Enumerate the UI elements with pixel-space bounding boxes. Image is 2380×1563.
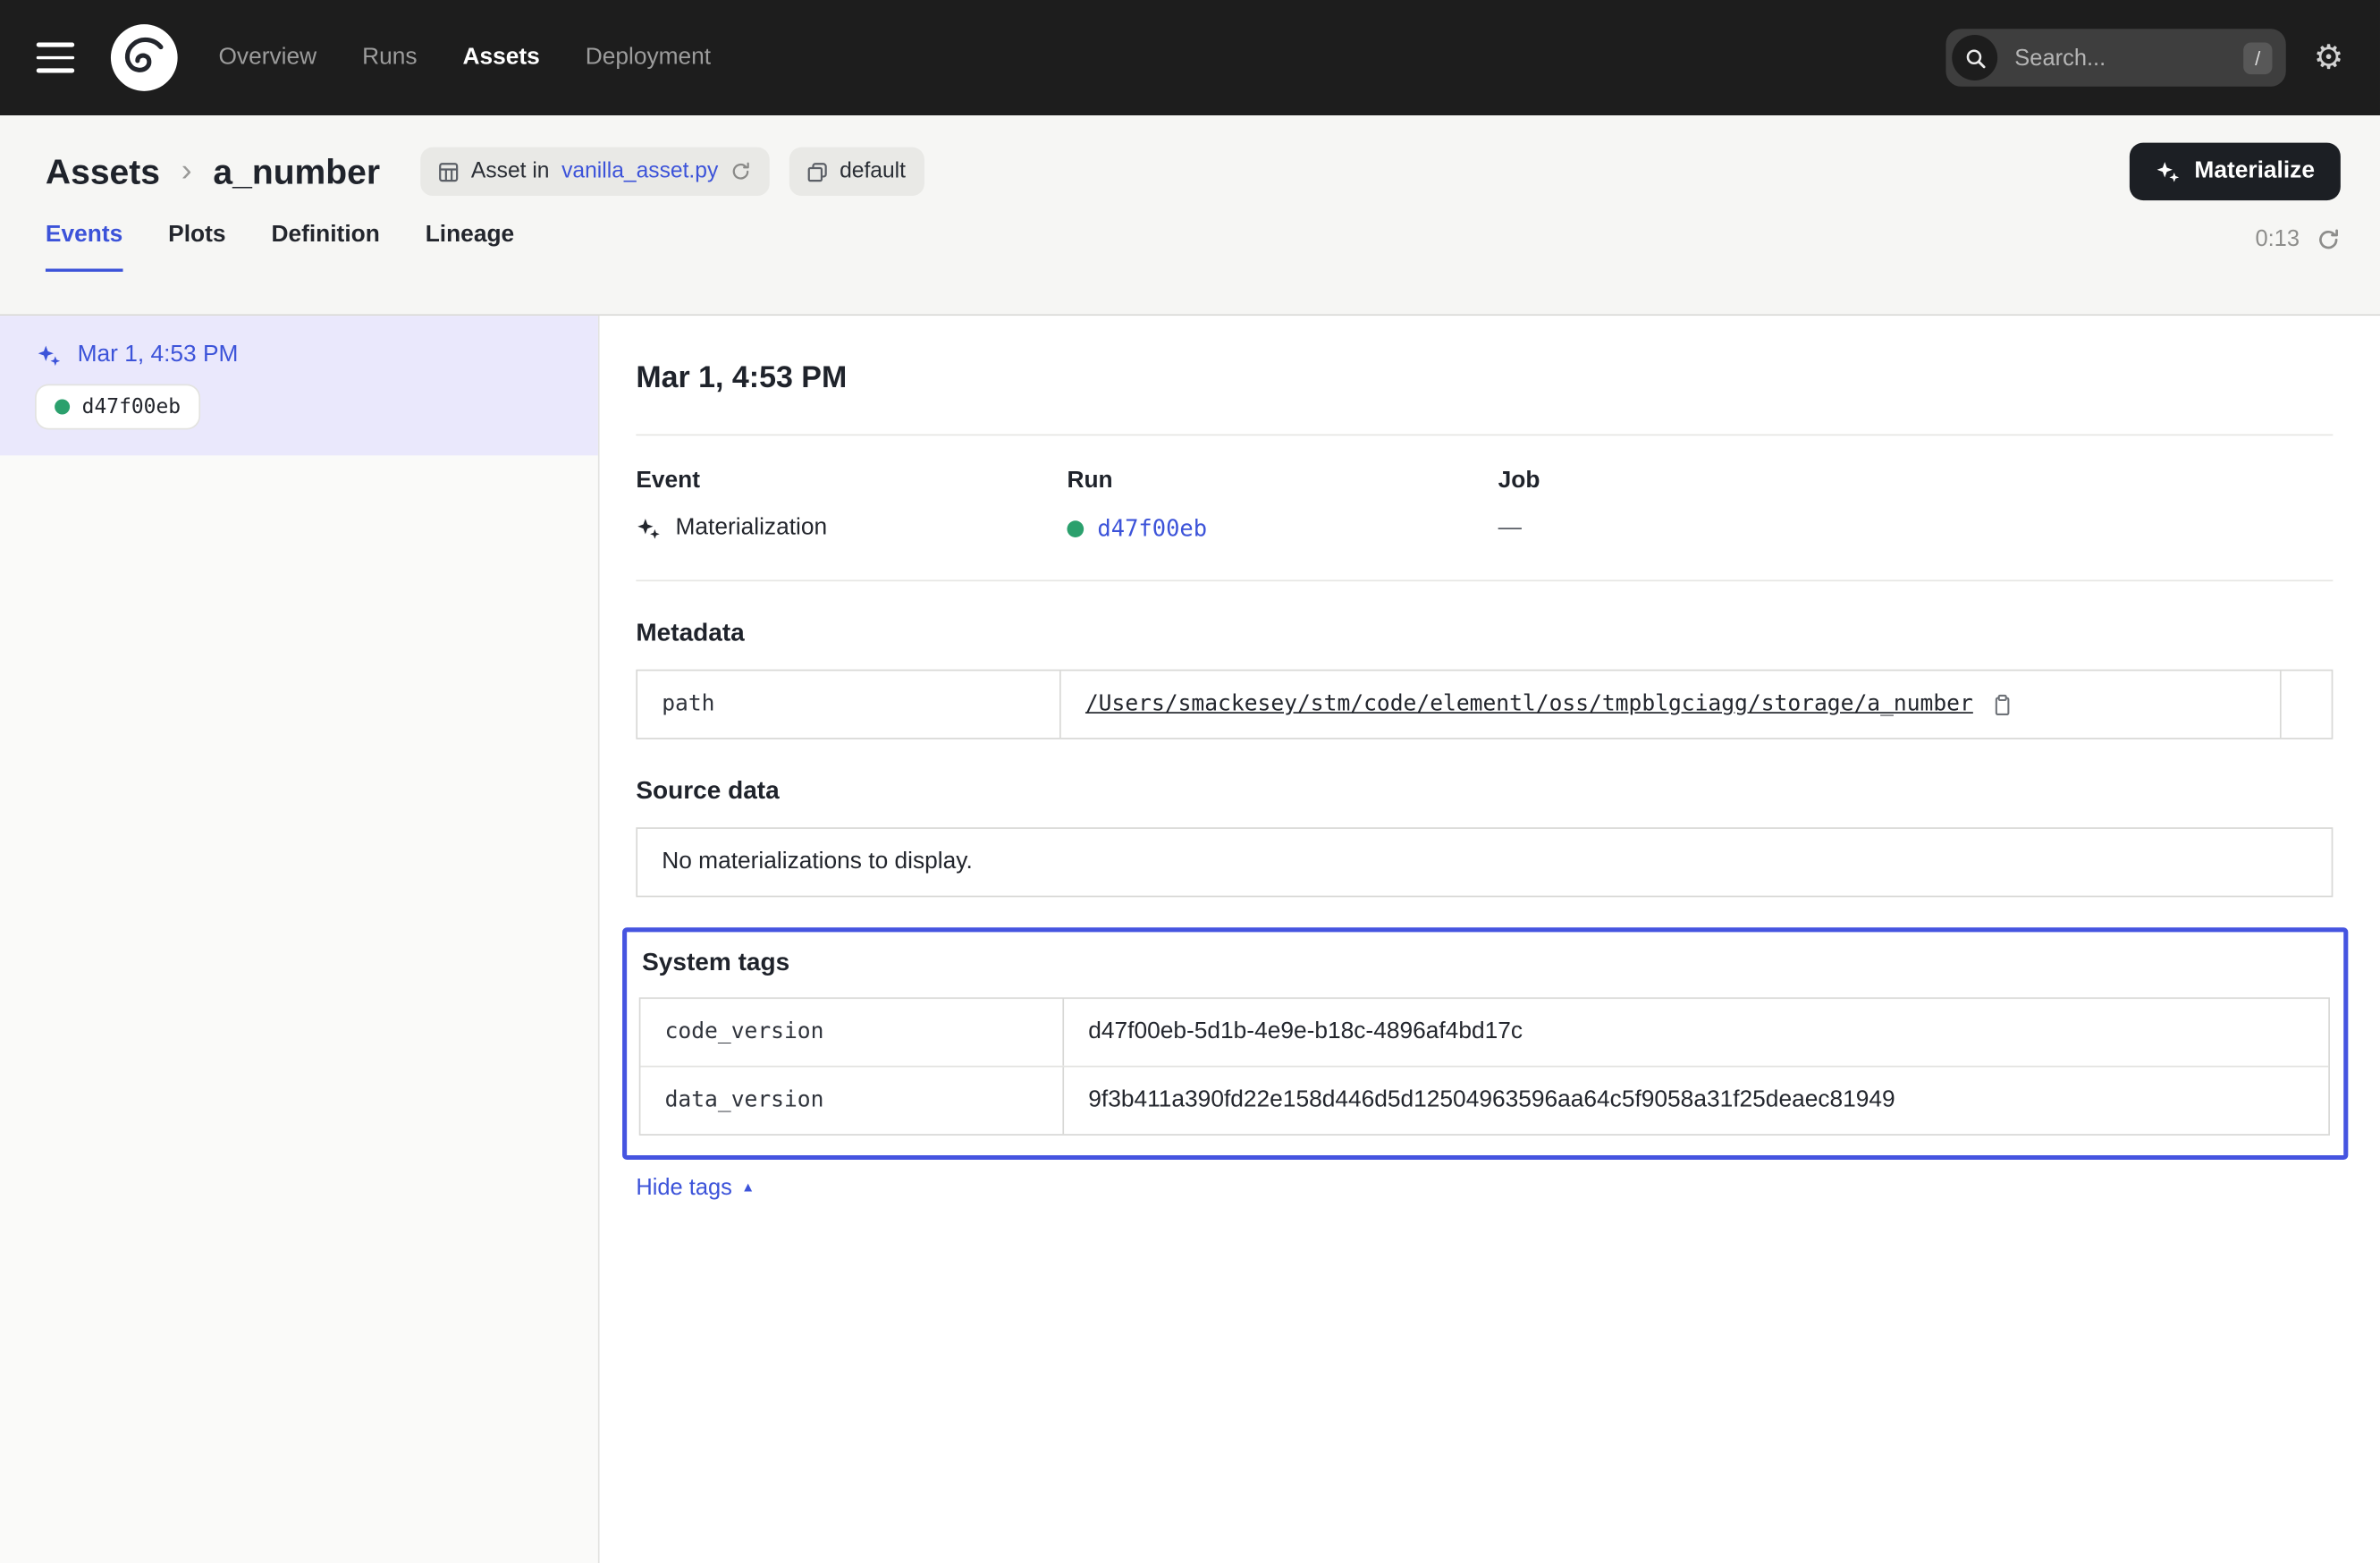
table-row: path /Users/smackesey/stm/code/elementl/… xyxy=(637,671,2332,738)
system-tags-table: code_version d47f00eb-5d1b-4e9e-b18c-489… xyxy=(639,997,2330,1135)
materialize-button-label: Materialize xyxy=(2194,158,2315,186)
divider xyxy=(636,580,2333,582)
content-area: Mar 1, 4:53 PM d47f00eb Mar 1, 4:53 PM E… xyxy=(0,316,2380,1563)
run-id-pill-label: d47f00eb xyxy=(82,394,181,418)
global-search[interactable]: / xyxy=(1946,29,2286,87)
metadata-value-cell: /Users/smackesey/stm/code/elementl/oss/t… xyxy=(1061,671,2280,738)
nav-item-runs[interactable]: Runs xyxy=(362,44,417,72)
job-column-label: Job xyxy=(1498,468,1929,495)
source-data-heading: Source data xyxy=(636,777,2333,806)
event-type-value: Materialization xyxy=(675,515,827,543)
asset-origin-prefix: Asset in xyxy=(471,158,550,186)
asset-group-icon xyxy=(807,162,827,182)
materialization-sparkle-icon xyxy=(636,515,662,541)
dagster-logo[interactable] xyxy=(109,22,179,92)
asset-group-label: default xyxy=(840,158,906,186)
path-link[interactable]: /Users/smackesey/stm/code/elementl/oss/t… xyxy=(1085,692,1973,716)
run-id-link[interactable]: d47f00eb xyxy=(1097,515,1207,543)
nav-item-overview[interactable]: Overview xyxy=(218,44,316,72)
run-status-dot xyxy=(55,399,70,414)
job-empty-value: — xyxy=(1498,515,1522,543)
run-column: Run d47f00eb xyxy=(1067,468,1498,542)
asset-origin-badge: Asset in vanilla_asset.py xyxy=(421,148,770,196)
hamburger-menu-icon[interactable] xyxy=(37,30,91,85)
tab-plots[interactable]: Plots xyxy=(168,222,225,272)
system-tags-highlight-box: System tags code_version d47f00eb-5d1b-4… xyxy=(622,927,2348,1160)
search-input[interactable] xyxy=(2012,43,2229,72)
reload-code-location-icon[interactable] xyxy=(730,161,752,182)
breadcrumb-chevron-icon: › xyxy=(181,153,192,190)
job-column: Job — xyxy=(1498,468,1929,542)
breadcrumb: Assets › a_number Asset in vanilla_asset… xyxy=(46,115,2341,200)
page-header: Assets › a_number Asset in vanilla_asset… xyxy=(0,115,2380,316)
copy-icon[interactable] xyxy=(1990,693,2013,715)
nav-item-deployment[interactable]: Deployment xyxy=(586,44,711,72)
event-detail-panel: Mar 1, 4:53 PM Event Materialization xyxy=(600,316,2380,1563)
sparkle-icon xyxy=(2155,158,2181,184)
system-tags-heading: System tags xyxy=(642,949,2330,977)
table-row: code_version d47f00eb-5d1b-4e9e-b18c-489… xyxy=(640,999,2328,1066)
event-column-label: Event xyxy=(636,468,1067,495)
caret-up-icon: ▲ xyxy=(741,1181,755,1195)
asset-definition-file-link[interactable]: vanilla_asset.py xyxy=(561,158,718,186)
event-info-columns: Event Materialization Run xyxy=(636,435,2333,579)
tab-events[interactable]: Events xyxy=(46,222,122,272)
hide-tags-label: Hide tags xyxy=(636,1175,732,1201)
tab-lineage[interactable]: Lineage xyxy=(426,222,514,272)
code-version-value: d47f00eb-5d1b-4e9e-b18c-4896af4bd17c xyxy=(1088,1018,1523,1046)
asset-group-badge[interactable]: default xyxy=(789,148,924,196)
metadata-key-cell: path xyxy=(637,671,1061,738)
top-nav-bar: Overview Runs Assets Deployment / ⚙ xyxy=(0,0,2380,115)
metadata-table: path /Users/smackesey/stm/code/elementl/… xyxy=(636,670,2333,739)
event-timestamp: Mar 1, 4:53 PM xyxy=(78,342,239,369)
tab-bar: Events Plots Definition Lineage 0:13 xyxy=(46,222,2341,272)
source-data-empty-state: No materializations to display. xyxy=(636,827,2333,897)
event-detail-title: Mar 1, 4:53 PM xyxy=(636,361,2333,396)
viewport: Overview Runs Assets Deployment / ⚙ Asse… xyxy=(0,0,2380,1563)
metadata-heading: Metadata xyxy=(636,620,2333,648)
event-list-sidebar: Mar 1, 4:53 PM d47f00eb xyxy=(0,316,600,1563)
system-tag-key-cell: code_version xyxy=(640,999,1064,1066)
event-column: Event Materialization xyxy=(636,468,1067,542)
materialize-button[interactable]: Materialize xyxy=(2129,143,2340,201)
run-column-label: Run xyxy=(1067,468,1498,495)
search-icon xyxy=(1953,35,1998,80)
breadcrumb-asset-name: a_number xyxy=(213,151,380,192)
refresh-timer: 0:13 xyxy=(2255,226,2300,252)
tab-definition[interactable]: Definition xyxy=(271,222,379,272)
app-root: Overview Runs Assets Deployment / ⚙ Asse… xyxy=(0,0,2380,1563)
table-row: data_version 9f3b411a390fd22e158d446d5d1… xyxy=(640,1066,2328,1134)
settings-gear-icon[interactable]: ⚙ xyxy=(2314,41,2344,74)
code-location-grid-icon xyxy=(439,162,459,182)
nav-item-assets[interactable]: Assets xyxy=(462,44,539,72)
metadata-action-cell xyxy=(2280,671,2332,738)
data-version-value: 9f3b411a390fd22e158d446d5d12504963596aa6… xyxy=(1088,1087,1895,1115)
primary-nav: Overview Runs Assets Deployment xyxy=(218,44,711,72)
event-list-item[interactable]: Mar 1, 4:53 PM d47f00eb xyxy=(0,316,598,455)
run-id-pill[interactable]: d47f00eb xyxy=(37,385,199,428)
search-shortcut-key: / xyxy=(2243,42,2273,74)
refresh-icon[interactable] xyxy=(2317,227,2341,251)
run-status-dot xyxy=(1067,520,1084,536)
materialization-sparkle-icon xyxy=(37,342,63,368)
system-tag-key-cell: data_version xyxy=(640,1067,1064,1134)
breadcrumb-assets-link[interactable]: Assets xyxy=(46,151,160,192)
hide-tags-link[interactable]: Hide tags ▲ xyxy=(636,1175,755,1201)
